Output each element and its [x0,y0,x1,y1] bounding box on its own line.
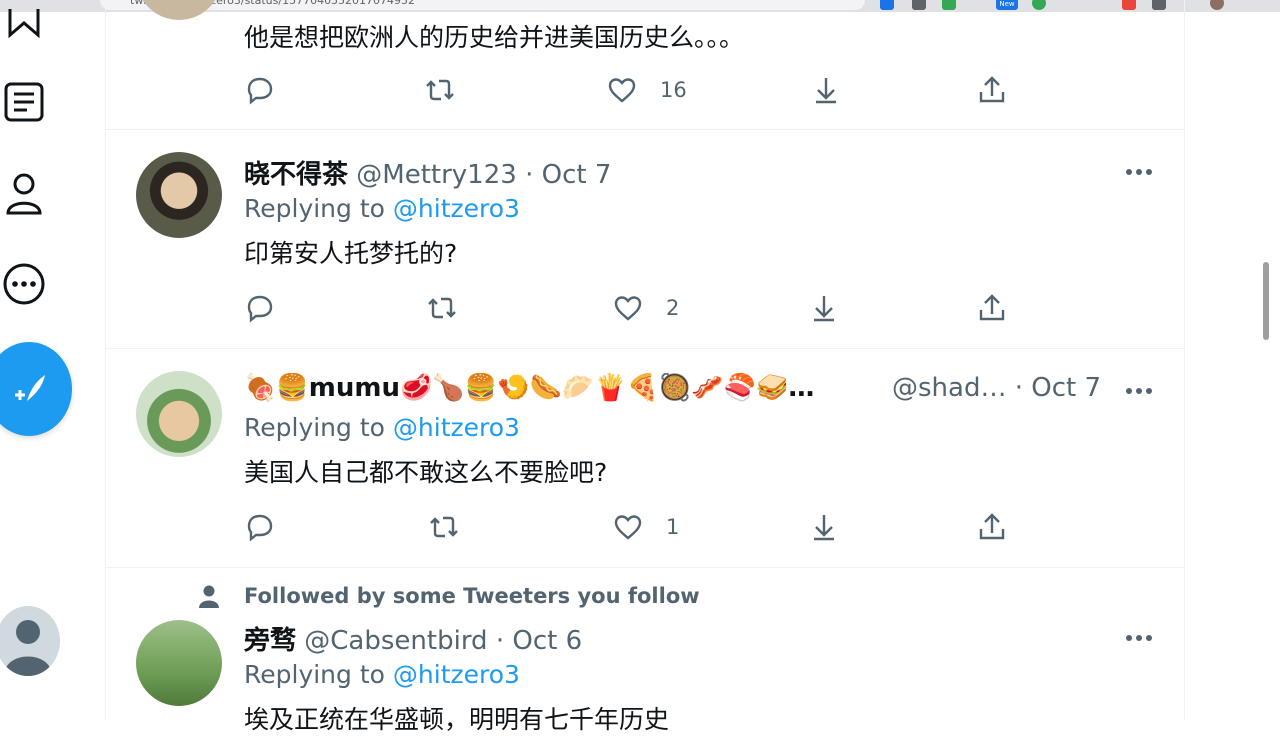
replying-label: Replying to [244,660,385,689]
scrollbar[interactable] [1262,0,1272,720]
reply-icon [247,514,273,542]
timeline: 他是想把欧洲人的历史给并进美国历史么。。。 16 晓不得茶 @Mettry123… [105,0,1185,734]
replying-label: Replying to [244,194,385,223]
tweet-text: 美国人自己都不敢这么不要脸吧? [244,458,608,487]
separator: · [525,160,534,190]
download-button[interactable] [808,509,840,545]
display-name[interactable]: 旁骛 [244,626,296,656]
separator: · [495,626,505,656]
tweet-text: 他是想把欧洲人的历史给并进美国历史么。。。 [244,23,745,52]
reply-button[interactable] [244,290,276,326]
more-icon[interactable] [2,262,46,306]
profile-avatar-icon[interactable] [1210,0,1224,10]
avatar[interactable] [136,371,222,457]
reply-icon [247,295,273,323]
reply-button[interactable] [244,72,276,108]
tweet-header: 🍖🍔mumu🥩🍗🍔🍤🌭🥟🍟🍕🥘🥓🍣🥪… [244,373,856,403]
social-context: Followed by some Tweeters you follow [244,584,700,608]
more-dots-icon [1126,635,1152,641]
tweet-date[interactable]: Oct 7 [1031,373,1101,403]
replying-to: Replying to @hitzero3 [244,194,520,223]
share-icon [979,76,1005,103]
share-button[interactable] [976,509,1008,545]
reply-button[interactable] [244,509,276,545]
compose-tweet-button[interactable] [0,342,72,436]
heart-icon [614,296,642,321]
replying-label: Replying to [244,413,385,442]
like-button[interactable]: 16 [606,72,687,108]
avatar[interactable] [136,620,222,706]
share-icon [979,513,1005,540]
tweet-date[interactable]: Oct 6 [512,626,582,656]
user-handle[interactable]: @shad… [892,373,1006,403]
avatar[interactable] [136,0,222,20]
retweet-icon [426,79,454,101]
download-icon [816,78,836,104]
tweet-meta: @shad… · Oct 7 [892,373,1101,403]
replying-to: Replying to @hitzero3 [244,413,520,442]
user-handle[interactable]: @Cabsentbird [304,626,487,656]
compose-tweet-icon [15,375,45,401]
heart-icon [608,78,636,103]
person-icon [199,585,219,608]
replying-to: Replying to @hitzero3 [244,660,520,689]
tweet-text: 埃及正统在华盛顿，明明有七千年历史 [244,705,670,734]
display-name[interactable]: 晓不得茶 [244,160,348,190]
share-icon [979,294,1005,321]
like-count: 2 [666,296,680,320]
tweet[interactable]: 他是想把欧洲人的历史给并进美国历史么。。。 16 [106,0,1185,130]
more-options-button[interactable] [1124,381,1154,401]
display-name[interactable]: 🍖🍔mumu🥩🍗🍔🍤🌭🥟🍟🍕🥘🥓🍣🥪… [244,373,814,403]
download-button[interactable] [808,290,840,326]
retweet-button[interactable] [424,72,456,108]
reply-icon [247,77,273,105]
tweet[interactable]: Followed by some Tweeters you follow 旁骛 … [106,568,1185,734]
profile-icon[interactable] [2,172,46,216]
tweet[interactable]: 晓不得茶 @Mettry123 · Oct 7 Replying to @hit… [106,130,1185,349]
download-button[interactable] [810,72,842,108]
more-dots-icon [1126,388,1152,394]
left-nav [0,9,105,720]
more-dots-icon [1126,169,1152,175]
user-handle[interactable]: @Mettry123 [356,160,517,190]
like-button[interactable]: 2 [612,290,679,326]
tweet-text: 印第安人托梦托的? [244,239,458,268]
like-count: 16 [660,78,687,102]
mention-link[interactable]: @hitzero3 [393,660,520,689]
separator: · [1014,373,1023,403]
bookmarks-icon[interactable] [2,2,46,46]
mention-link[interactable]: @hitzero3 [393,413,520,442]
like-count: 1 [666,515,680,539]
tweet-date[interactable]: Oct 7 [542,160,612,190]
retweet-button[interactable] [428,509,460,545]
retweet-icon [428,297,456,319]
avatar[interactable] [136,152,222,238]
lists-icon[interactable] [2,80,46,124]
heart-icon [614,515,642,540]
tweet-header: 旁骛 @Cabsentbird · Oct 6 [244,620,582,657]
more-options-button[interactable] [1124,628,1154,648]
share-button[interactable] [976,290,1008,326]
tweet-header: 晓不得茶 @Mettry123 · Oct 7 [244,154,611,191]
retweet-button[interactable] [426,290,458,326]
account-avatar[interactable] [0,606,60,676]
scrollbar-thumb[interactable] [1263,262,1269,340]
download-icon [814,515,834,541]
mention-link[interactable]: @hitzero3 [393,194,520,223]
download-icon [814,296,834,322]
retweet-icon [430,516,458,538]
more-options-button[interactable] [1124,162,1154,182]
share-button[interactable] [976,72,1008,108]
tweet[interactable]: 🍖🍔mumu🥩🍗🍔🍤🌭🥟🍟🍕🥘🥓🍣🥪… @shad… · Oct 7 Reply… [106,349,1185,568]
like-button[interactable]: 1 [612,509,679,545]
